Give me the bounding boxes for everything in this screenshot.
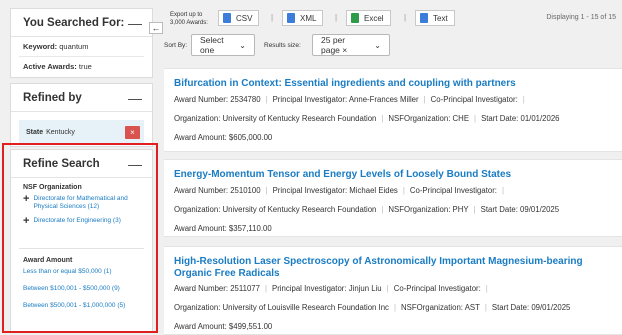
start-date: Start Date: 09/01/2025: [491, 303, 571, 312]
export-csv-label: CSV: [236, 13, 253, 23]
keyword-value: quantum: [59, 42, 89, 51]
award-amount: Award Amount: $499,551.00: [174, 322, 273, 331]
collapse-sidebar-icon[interactable]: ←: [149, 22, 163, 34]
co-principal-investigator: Co-Principal Investigator:: [430, 95, 518, 104]
results-size-select[interactable]: 25 per page × ⌄: [312, 34, 390, 56]
refined-by-title: Refined by: [23, 91, 82, 104]
file-icon: [420, 13, 428, 23]
award-meta-row: Award Number: 2510100 | Principal Investi…: [174, 186, 504, 195]
sort-row: Sort By: Select one ⌄ Results size: 25 p…: [164, 34, 622, 58]
remove-filter-icon[interactable]: ×: [125, 125, 140, 139]
principal-investigator: Principal Investigator: Jinjun Liu: [272, 284, 382, 293]
award-amount: Award Amount: $357,110.00: [174, 224, 272, 233]
award-meta-row: Award Number: 2534780 | Principal Investi…: [174, 95, 525, 104]
award-meta-row: Award Number: 2511077 | Principal Investi…: [174, 284, 488, 293]
display-count: Displaying 1 - 15 of 15: [546, 14, 616, 21]
award-meta-row: Organization: University of Louisville R…: [174, 303, 571, 312]
searched-for-title: You Searched For:: [23, 16, 125, 29]
award-meta-row: Organization: University of Kentucky Res…: [174, 114, 560, 123]
collapse-minus-icon[interactable]: —: [128, 16, 142, 30]
export-toolbar: Export up to 3,000 Awards: CSV | XML | E…: [164, 8, 622, 30]
start-date: Start Date: 09/01/2025: [480, 205, 560, 214]
file-icon: [287, 13, 295, 23]
refined-by-panel: Refined by — State Kentucky ×: [10, 83, 153, 147]
active-awards-value: true: [78, 62, 92, 71]
award-card: High-Resolution Laser Spectroscopy of As…: [164, 246, 622, 335]
co-principal-investigator: Co-Principal Investigator:: [393, 284, 481, 293]
organization: Organization: University of Kentucky Res…: [174, 205, 377, 214]
award-card: Energy-Momentum Tensor and Energy Levels…: [164, 159, 622, 237]
export-excel-button[interactable]: Excel: [346, 10, 391, 26]
award-title-link[interactable]: Energy-Momentum Tensor and Energy Levels…: [174, 169, 612, 181]
start-date: Start Date: 01/01/2026: [481, 114, 560, 123]
separator: |: [335, 13, 338, 22]
export-label: Export up to 3,000 Awards:: [170, 12, 208, 26]
nsf-organization: NSFOrganization: AST: [401, 303, 480, 312]
award-number: Award Number: 2511077: [174, 284, 260, 293]
award-meta-row: Organization: University of Kentucky Res…: [174, 205, 560, 214]
keyword-row: Keyword: quantum: [11, 37, 152, 56]
export-csv-button[interactable]: CSV: [218, 10, 260, 26]
separator: |: [271, 13, 274, 22]
sort-by-select[interactable]: Select one ⌄: [191, 34, 255, 56]
sort-by-value: Select one: [200, 35, 224, 55]
award-amount: Award Amount: $605,000.00: [174, 133, 273, 142]
results-size-label: Results size:: [264, 42, 301, 49]
searched-for-panel: You Searched For: — Keyword: quantum Act…: [10, 8, 153, 78]
award-card: Bifurcation in Context: Essential ingred…: [164, 68, 622, 152]
export-excel-label: Excel: [364, 13, 384, 23]
results-size-value: 25 per page ×: [321, 35, 348, 55]
active-awards-label: Active Awards:: [23, 62, 77, 71]
excel-icon: [351, 13, 359, 23]
export-text-label: Text: [433, 13, 448, 23]
chip-value: Kentucky: [46, 128, 75, 136]
separator: |: [404, 13, 407, 22]
co-principal-investigator: Co-Principal Investigator:: [409, 186, 497, 195]
award-title-link[interactable]: High-Resolution Laser Spectroscopy of As…: [174, 256, 604, 280]
award-number: Award Number: 2510100: [174, 186, 261, 195]
keyword-label: Keyword:: [23, 42, 58, 51]
nsf-organization: NSFOrganization: CHE: [388, 114, 470, 123]
nsf-organization: NSFOrganization: PHY: [388, 205, 469, 214]
export-xml-label: XML: [300, 13, 317, 23]
principal-investigator: Principal Investigator: Anne-Frances Mil…: [272, 95, 419, 104]
award-number: Award Number: 2534780: [174, 95, 261, 104]
file-icon: [223, 13, 231, 23]
searched-for-header: You Searched For: —: [11, 9, 152, 37]
chip-text: State Kentucky: [26, 129, 75, 136]
active-awards-row: Active Awards: true: [11, 57, 152, 76]
export-text-button[interactable]: Text: [415, 10, 455, 26]
collapse-minus-icon[interactable]: —: [128, 91, 142, 105]
highlight-box: [2, 143, 158, 333]
sort-by-label: Sort By:: [164, 42, 188, 49]
state-filter-chip: State Kentucky ×: [19, 120, 144, 144]
award-title-link[interactable]: Bifurcation in Context: Essential ingred…: [174, 78, 612, 90]
organization: Organization: University of Louisville R…: [174, 303, 389, 312]
refined-by-header: Refined by —: [11, 84, 152, 112]
chip-label: State: [26, 128, 44, 136]
chevron-down-icon: ⌄: [374, 40, 381, 50]
sidebar: You Searched For: — Keyword: quantum Act…: [0, 0, 160, 335]
organization: Organization: University of Kentucky Res…: [174, 114, 377, 123]
export-xml-button[interactable]: XML: [282, 10, 324, 26]
principal-investigator: Principal Investigator: Michael Eides: [272, 186, 398, 195]
chevron-down-icon: ⌄: [239, 40, 246, 50]
